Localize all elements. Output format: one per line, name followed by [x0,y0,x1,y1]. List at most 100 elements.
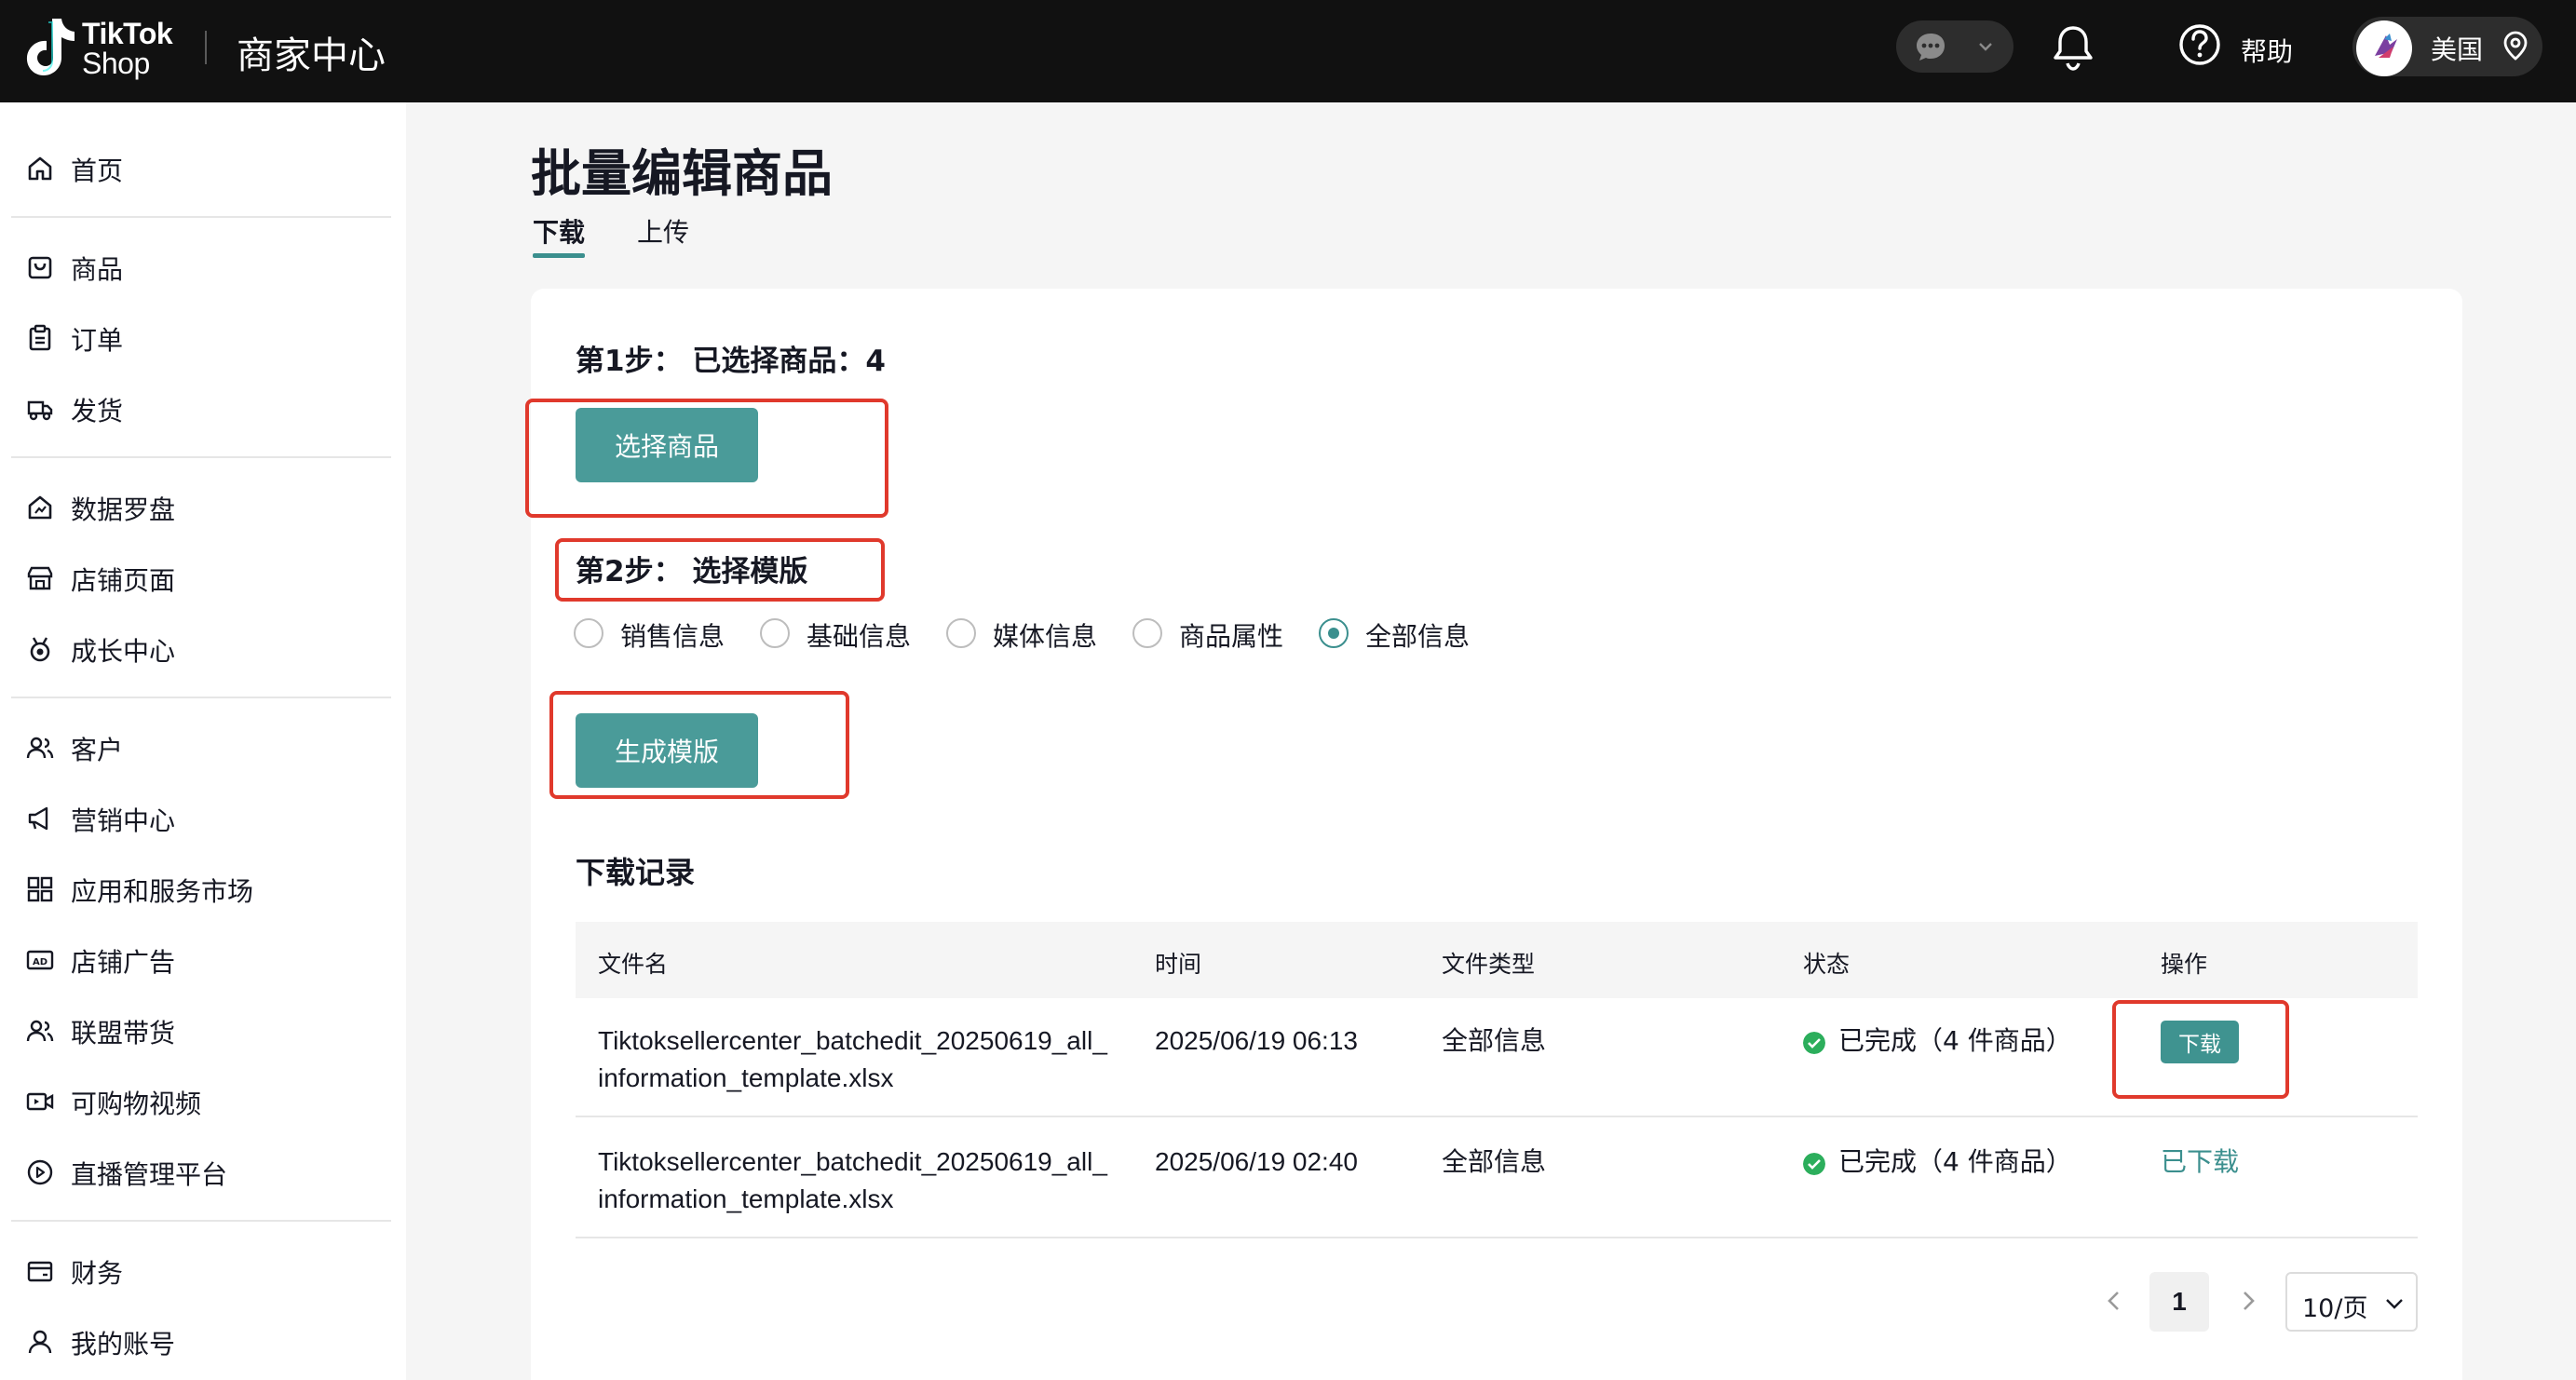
sidebar-item-growth-center[interactable]: 成长中心 [0,618,406,678]
downloaded-link[interactable]: 已下载 [2161,1142,2239,1179]
sidebar-item-products[interactable]: 商品 [0,237,406,296]
column-header-action: 操作 [2161,951,2208,978]
table-header: 文件名 时间 文件类型 状态 操作 [576,922,2418,998]
sidebar-item-label: 订单 [71,325,124,356]
sidebar-item-label: 直播管理平台 [71,1159,228,1190]
page-size-select[interactable]: 10/页 [2285,1272,2418,1332]
sidebar-item-home[interactable]: 首页 [0,138,406,197]
store-region-selector[interactable]: 美国 [2352,17,2542,76]
compass-icon [28,495,52,520]
radio-label: 商品属性 [1179,621,1284,652]
sidebar-item-live-platform[interactable]: 直播管理平台 [0,1142,406,1201]
step1-title: 第1步： 已选择商品：4 [576,345,886,378]
next-page-icon[interactable] [2235,1285,2261,1317]
sidebar-item-label: 客户 [71,735,124,765]
sidebar-item-label: 应用和服务市场 [71,876,254,907]
sidebar-item-label: 首页 [71,156,124,186]
sidebar-item-label: 联盟带货 [71,1018,176,1049]
sidebar-item-finance[interactable]: 财务 [0,1240,406,1300]
sidebar-item-label: 营销中心 [71,805,176,836]
location-pin-icon [2503,31,2528,61]
radio-circle[interactable] [946,618,976,648]
step2-title: 第2步： 选择模版 [576,555,808,589]
status-cell: 已完成（4 件商品） [1803,1143,2120,1184]
tiktok-shop-logo[interactable]: TikTok Shop [24,17,183,86]
sidebar-item-customers[interactable]: 客户 [0,717,406,777]
sidebar-item-label: 成长中心 [71,636,176,667]
radio-circle[interactable] [574,618,603,648]
megaphone-icon [28,806,48,831]
current-page[interactable]: 1 [2149,1272,2209,1332]
file-name-line: Tiktoksellercenter_batchedit_20250619_al… [598,1026,1107,1055]
avatar [2356,20,2412,76]
sidebar-item-label: 商品 [71,254,124,285]
time-cell: 2025/06/19 02:40 [1155,1147,1358,1176]
active-tab-indicator [533,253,585,258]
tab-upload[interactable]: 上传 [637,212,689,250]
sidebar-item-affiliate[interactable]: 联盟带货 [0,1000,406,1060]
apps-icon [27,876,53,902]
sidebar-item-shoppable-video[interactable]: 可购物视频 [0,1071,406,1130]
sidebar-item-app-market[interactable]: 应用和服务市场 [0,859,406,918]
wallet-icon [27,1261,53,1282]
live-icon [27,1159,53,1185]
radio-circle[interactable] [760,618,790,648]
status-text: 已完成（4 件商品） [1838,1025,2072,1056]
account-icon [28,1330,52,1354]
generate-template-button[interactable]: 生成模版 [576,713,758,788]
sidebar-item-label: 数据罗盘 [71,494,176,525]
home-icon [28,156,52,181]
truck-icon [27,400,53,421]
sidebar-divider [11,216,391,218]
sidebar-item-store-page[interactable]: 店铺页面 [0,548,406,607]
file-name-line: Tiktoksellercenter_batchedit_20250619_al… [598,1147,1107,1176]
sidebar-item-label: 店铺页面 [71,565,176,596]
sidebar-item-label: 我的账号 [71,1329,176,1360]
sidebar-item-shipping[interactable]: 发货 [0,378,406,438]
file-name-cell: Tiktoksellercenter_batchedit_20250619_al… [598,1022,1157,1097]
file-type-cell: 全部信息 [1442,1146,1547,1177]
status-text: 已完成（4 件商品） [1838,1146,2072,1177]
logo-line1: TikTok [82,17,173,50]
check-circle-icon [1803,1153,1825,1175]
select-products-button[interactable]: 选择商品 [576,408,758,482]
status-cell: 已完成（4 件商品） [1803,1022,2120,1063]
store-logo-icon [2375,34,2397,58]
prev-page-icon[interactable] [2101,1285,2127,1317]
chevron-down-icon [2386,1299,2403,1309]
file-name-line: information_template.xlsx [598,1063,894,1092]
highlight-box [2112,1000,2289,1099]
radio-circle[interactable] [1132,618,1162,648]
chevron-down-icon [1979,43,1992,51]
sidebar-item-label: 发货 [71,396,124,426]
sidebar-item-marketing[interactable]: 营销中心 [0,788,406,847]
column-header-type: 文件类型 [1442,951,1536,978]
radio-label: 媒体信息 [993,621,1098,652]
chat-bubble-icon [1917,34,1945,61]
file-type-cell: 全部信息 [1442,1025,1547,1056]
region-label: 美国 [2431,34,2484,65]
radio-circle-checked[interactable] [1319,618,1349,648]
sidebar-item-label: 可购物视频 [71,1089,202,1119]
topbar-divider [205,31,207,64]
sidebar-divider [11,456,391,458]
download-records-title: 下载记录 [576,855,696,890]
sidebar-item-store-ads[interactable]: AD 店铺广告 [0,929,406,989]
top-bar: TikTok Shop 商家中心 帮助 美国 [0,0,2576,102]
radio-label: 基础信息 [807,621,912,652]
sidebar-item-my-account[interactable]: 我的账号 [0,1311,406,1371]
bag-icon [28,256,52,279]
tab-download[interactable]: 下载 [533,212,585,250]
column-header-status: 状态 [1803,951,1851,978]
sidebar-item-label: 店铺广告 [71,947,176,978]
bell-icon[interactable] [2053,24,2094,71]
tiktok-logo-icon [26,19,75,75]
sidebar-item-orders[interactable]: 订单 [0,307,406,367]
messages-button[interactable] [1896,20,2013,73]
sidebar-item-data-compass[interactable]: 数据罗盘 [0,477,406,536]
sidebar-divider [11,1220,391,1222]
users-icon [26,737,54,759]
medal-icon [30,637,50,662]
radio-label: 全部信息 [1365,621,1471,652]
column-header-filename: 文件名 [598,951,669,978]
